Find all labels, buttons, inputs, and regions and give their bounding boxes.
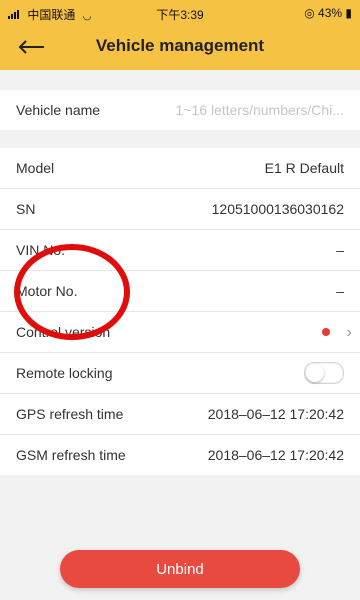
vehicle-name-section: Vehicle name 1~16 letters/numbers/Chi... bbox=[0, 90, 360, 130]
unbind-button[interactable]: Unbind bbox=[60, 550, 300, 588]
page-title: Vehicle management bbox=[95, 36, 265, 55]
vehicle-name-label: Vehicle name bbox=[16, 102, 101, 118]
detail-row-gps-refresh: GPS refresh time 2018–06–12 17:20:42 bbox=[0, 394, 360, 435]
status-bar: 中国联通 ◡ 下午3:39 ◎ 43% ▮ bbox=[0, 0, 360, 24]
model-label: Model bbox=[16, 160, 55, 176]
detail-row-gsm-refresh: GSM refresh time 2018–06–12 17:20:42 bbox=[0, 435, 360, 475]
alarm-icon: ◎ bbox=[304, 6, 315, 20]
model-value: E1 R Default bbox=[264, 160, 344, 176]
red-annotation-circle bbox=[14, 244, 130, 340]
navigation-bar: Vehicle management bbox=[0, 24, 360, 70]
gps-refresh-value: 2018–06–12 17:20:42 bbox=[207, 406, 344, 422]
gsm-refresh-value: 2018–06–12 17:20:42 bbox=[207, 447, 344, 463]
battery-icon: ▮ bbox=[345, 6, 352, 20]
detail-row-sn: SN 12051000136030162 bbox=[0, 189, 360, 230]
chevron-right-icon: › bbox=[346, 324, 352, 341]
remote-locking-toggle[interactable] bbox=[304, 362, 344, 384]
sn-label: SN bbox=[16, 201, 36, 217]
detail-row-model: Model E1 R Default bbox=[0, 148, 360, 189]
vehicle-name-row[interactable]: Vehicle name 1~16 letters/numbers/Chi... bbox=[0, 90, 360, 130]
gsm-refresh-label: GSM refresh time bbox=[16, 447, 126, 463]
status-right: ◎ 43% ▮ bbox=[304, 6, 352, 20]
vehicle-name-input[interactable]: 1~16 letters/numbers/Chi... bbox=[176, 102, 344, 118]
gps-refresh-label: GPS refresh time bbox=[16, 406, 124, 422]
detail-row-remote-locking: Remote locking bbox=[0, 353, 360, 394]
app-header: 中国联通 ◡ 下午3:39 ◎ 43% ▮ Vehicle management bbox=[0, 0, 360, 70]
battery-percentage: 43% bbox=[318, 6, 343, 20]
vin-value: – bbox=[336, 242, 344, 258]
remote-locking-label: Remote locking bbox=[16, 365, 113, 381]
toggle-knob bbox=[306, 364, 324, 382]
sn-value: 12051000136030162 bbox=[211, 201, 344, 217]
update-indicator-dot bbox=[322, 328, 330, 336]
motor-value: – bbox=[336, 283, 344, 299]
